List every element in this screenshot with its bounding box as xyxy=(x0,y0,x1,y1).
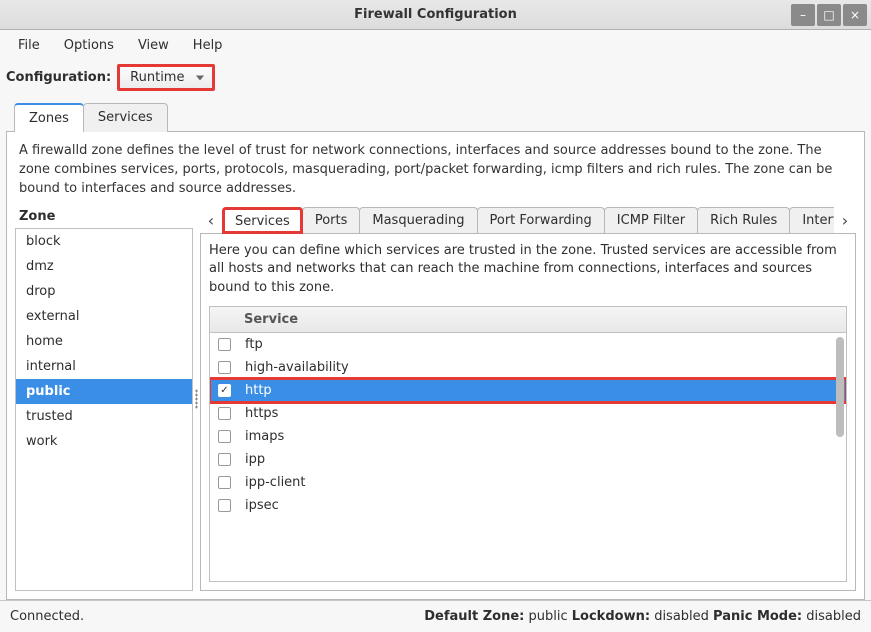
service-checkbox[interactable] xyxy=(218,430,231,443)
minimize-button[interactable]: – xyxy=(791,4,815,26)
window-title: Firewall Configuration xyxy=(0,7,871,22)
zone-panel: Zone blockdmzdropexternalhomeinternalpub… xyxy=(15,207,193,591)
sub-tab-port-forwarding[interactable]: Port Forwarding xyxy=(477,207,605,234)
menubar: File Options View Help xyxy=(0,30,871,60)
sub-tabs-row: ‹ Services Ports Masquerading Port Forwa… xyxy=(200,207,856,234)
tab-zones[interactable]: Zones xyxy=(14,103,84,132)
zones-description: A firewalld zone defines the level of tr… xyxy=(15,140,856,207)
service-column-header[interactable]: Service xyxy=(210,307,846,333)
services-sub-content: Here you can define which services are t… xyxy=(200,233,856,591)
service-row-imaps[interactable]: imaps xyxy=(210,425,846,448)
sub-tab-icmp-filter[interactable]: ICMP Filter xyxy=(604,207,698,234)
service-name: ipp-client xyxy=(245,475,306,490)
menu-help[interactable]: Help xyxy=(181,34,235,57)
zone-list[interactable]: blockdmzdropexternalhomeinternalpublictr… xyxy=(15,228,193,591)
services-description: Here you can define which services are t… xyxy=(209,242,847,307)
menu-options[interactable]: Options xyxy=(52,34,126,57)
sub-tab-masquerading[interactable]: Masquerading xyxy=(359,207,477,234)
default-zone-value: public xyxy=(529,609,568,624)
service-checkbox[interactable] xyxy=(218,499,231,512)
service-name: http xyxy=(245,383,272,398)
service-name: https xyxy=(245,406,278,421)
service-checkbox[interactable] xyxy=(218,476,231,489)
service-checkbox[interactable] xyxy=(218,361,231,374)
service-row-ipp[interactable]: ipp xyxy=(210,448,846,471)
lockdown-label: Lockdown: xyxy=(572,609,650,624)
service-name: ftp xyxy=(245,337,263,352)
sub-tab-ports[interactable]: Ports xyxy=(302,207,361,234)
config-label: Configuration: xyxy=(6,70,111,85)
main-tabs: Zones Services xyxy=(0,103,871,132)
status-right: Default Zone: public Lockdown: disabled … xyxy=(424,609,861,624)
titlebar: Firewall Configuration – □ × xyxy=(0,0,871,30)
panic-value: disabled xyxy=(806,609,861,624)
service-checkbox[interactable] xyxy=(218,407,231,420)
zone-item-external[interactable]: external xyxy=(16,304,192,329)
zone-item-public[interactable]: public xyxy=(16,379,192,404)
service-row-ftp[interactable]: ftp xyxy=(210,333,846,356)
tab-services[interactable]: Services xyxy=(83,103,168,132)
maximize-button[interactable]: □ xyxy=(817,4,841,26)
statusbar: Connected. Default Zone: public Lockdown… xyxy=(0,600,871,632)
service-name: ipsec xyxy=(245,498,279,513)
split-pane: Zone blockdmzdropexternalhomeinternalpub… xyxy=(15,207,856,591)
service-row-ipsec[interactable]: ipsec xyxy=(210,494,846,517)
window-controls: – □ × xyxy=(791,4,867,26)
panic-label: Panic Mode: xyxy=(713,609,802,624)
zone-item-home[interactable]: home xyxy=(16,329,192,354)
service-list[interactable]: ftp high-availability ✓ http https imaps ipp ip… xyxy=(210,333,846,581)
service-row-ipp-client[interactable]: ipp-client xyxy=(210,471,846,494)
lockdown-value: disabled xyxy=(654,609,709,624)
close-button[interactable]: × xyxy=(843,4,867,26)
tabs-scroll-right[interactable]: › xyxy=(834,207,856,233)
service-checkbox[interactable]: ✓ xyxy=(218,384,231,397)
right-panel: ‹ Services Ports Masquerading Port Forwa… xyxy=(200,207,856,591)
scrollbar-thumb[interactable] xyxy=(836,337,844,437)
tabs-scroll-left[interactable]: ‹ xyxy=(200,207,222,233)
config-row: Configuration: Runtime xyxy=(0,60,871,103)
zones-tab-content: A firewalld zone defines the level of tr… xyxy=(6,131,865,600)
zone-item-dmz[interactable]: dmz xyxy=(16,254,192,279)
sub-tabs: Services Ports Masquerading Port Forward… xyxy=(222,207,834,234)
default-zone-label: Default Zone: xyxy=(424,609,524,624)
configuration-select[interactable]: Runtime xyxy=(117,64,215,91)
service-row-http[interactable]: ✓ http xyxy=(210,379,846,402)
service-row-high-availability[interactable]: high-availability xyxy=(210,356,846,379)
menu-view[interactable]: View xyxy=(126,34,181,57)
sub-tab-rich-rules[interactable]: Rich Rules xyxy=(697,207,790,234)
menu-file[interactable]: File xyxy=(6,34,52,57)
service-checkbox[interactable] xyxy=(218,453,231,466)
service-name: imaps xyxy=(245,429,284,444)
sub-tab-interfaces[interactable]: Interfaces xyxy=(789,207,834,234)
sub-tab-services[interactable]: Services xyxy=(222,207,303,234)
splitter[interactable] xyxy=(193,207,200,591)
service-name: high-availability xyxy=(245,360,349,375)
service-checkbox[interactable] xyxy=(218,338,231,351)
zone-item-block[interactable]: block xyxy=(16,229,192,254)
service-name: ipp xyxy=(245,452,265,467)
zone-item-internal[interactable]: internal xyxy=(16,354,192,379)
service-row-https[interactable]: https xyxy=(210,402,846,425)
service-table: Service ftp high-availability ✓ http https im… xyxy=(209,306,847,582)
zone-item-drop[interactable]: drop xyxy=(16,279,192,304)
zone-item-trusted[interactable]: trusted xyxy=(16,404,192,429)
status-connection: Connected. xyxy=(10,609,84,624)
zone-header: Zone xyxy=(15,207,193,228)
zone-item-work[interactable]: work xyxy=(16,429,192,454)
configuration-value: Runtime xyxy=(130,70,184,85)
